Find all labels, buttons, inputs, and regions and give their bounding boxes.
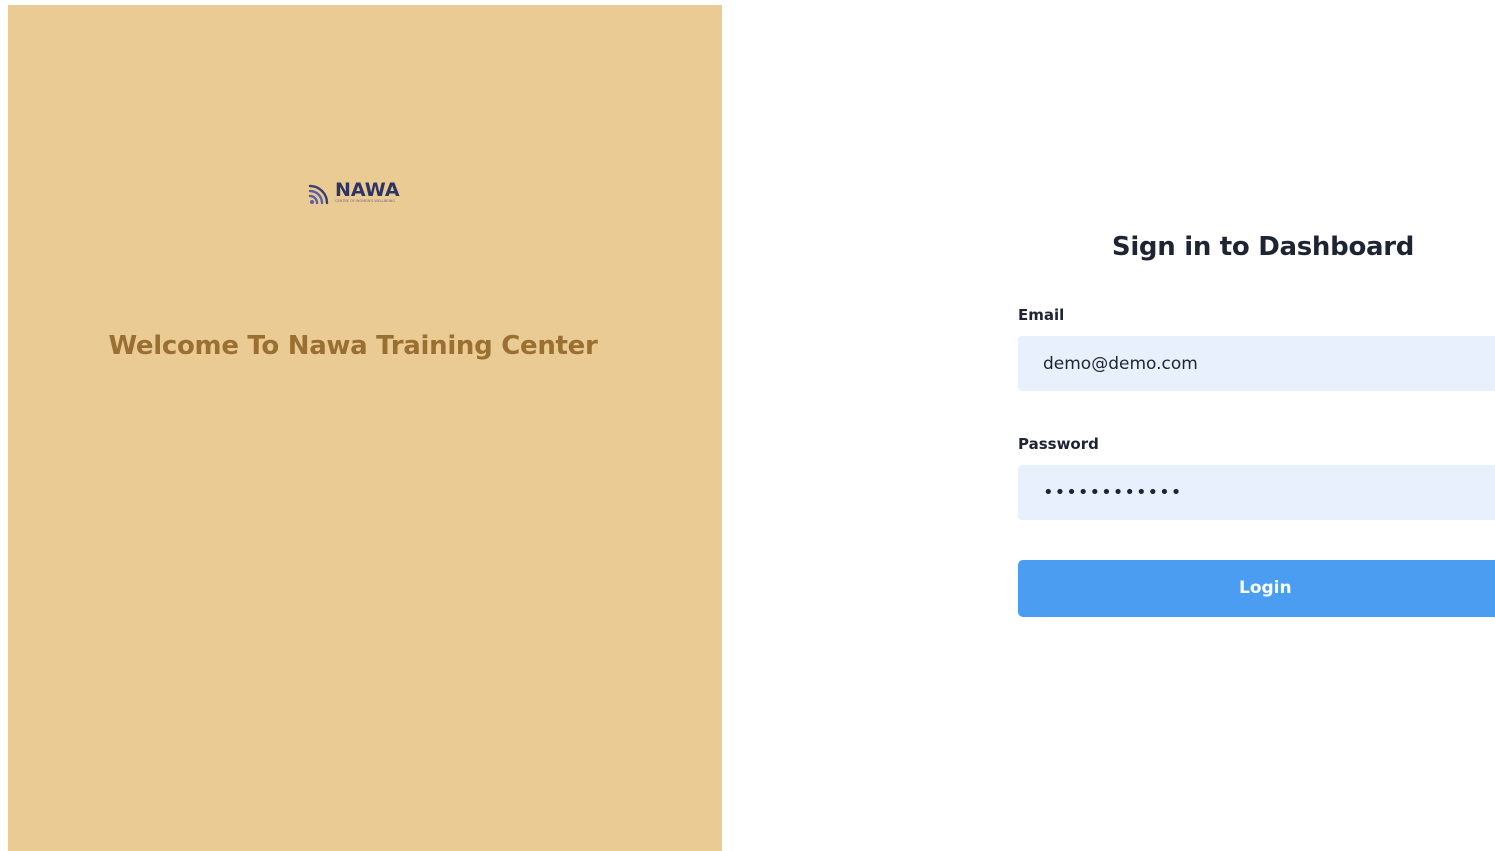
login-button-label: Login xyxy=(1239,578,1292,598)
email-label: Email xyxy=(1018,306,1065,324)
logo-wordmark: NAWA xyxy=(335,179,400,201)
form-title: Sign in to Dashboard xyxy=(1111,232,1415,262)
signal-waves-icon xyxy=(308,184,329,205)
login-page: NAWA CENTRE OF WOMEN'S WELLBEING Welcome… xyxy=(0,0,1495,851)
welcome-heading: Welcome To Nawa Training Center xyxy=(108,331,598,361)
branding-panel: NAWA CENTRE OF WOMEN'S WELLBEING Welcome… xyxy=(8,5,722,851)
password-label: Password xyxy=(1018,435,1099,453)
login-button[interactable]: Login xyxy=(1018,560,1495,617)
nawa-logo: NAWA CENTRE OF WOMEN'S WELLBEING xyxy=(308,179,408,209)
password-field[interactable] xyxy=(1018,465,1495,520)
logo-tagline: CENTRE OF WOMEN'S WELLBEING xyxy=(335,199,395,203)
email-field[interactable] xyxy=(1018,336,1495,391)
